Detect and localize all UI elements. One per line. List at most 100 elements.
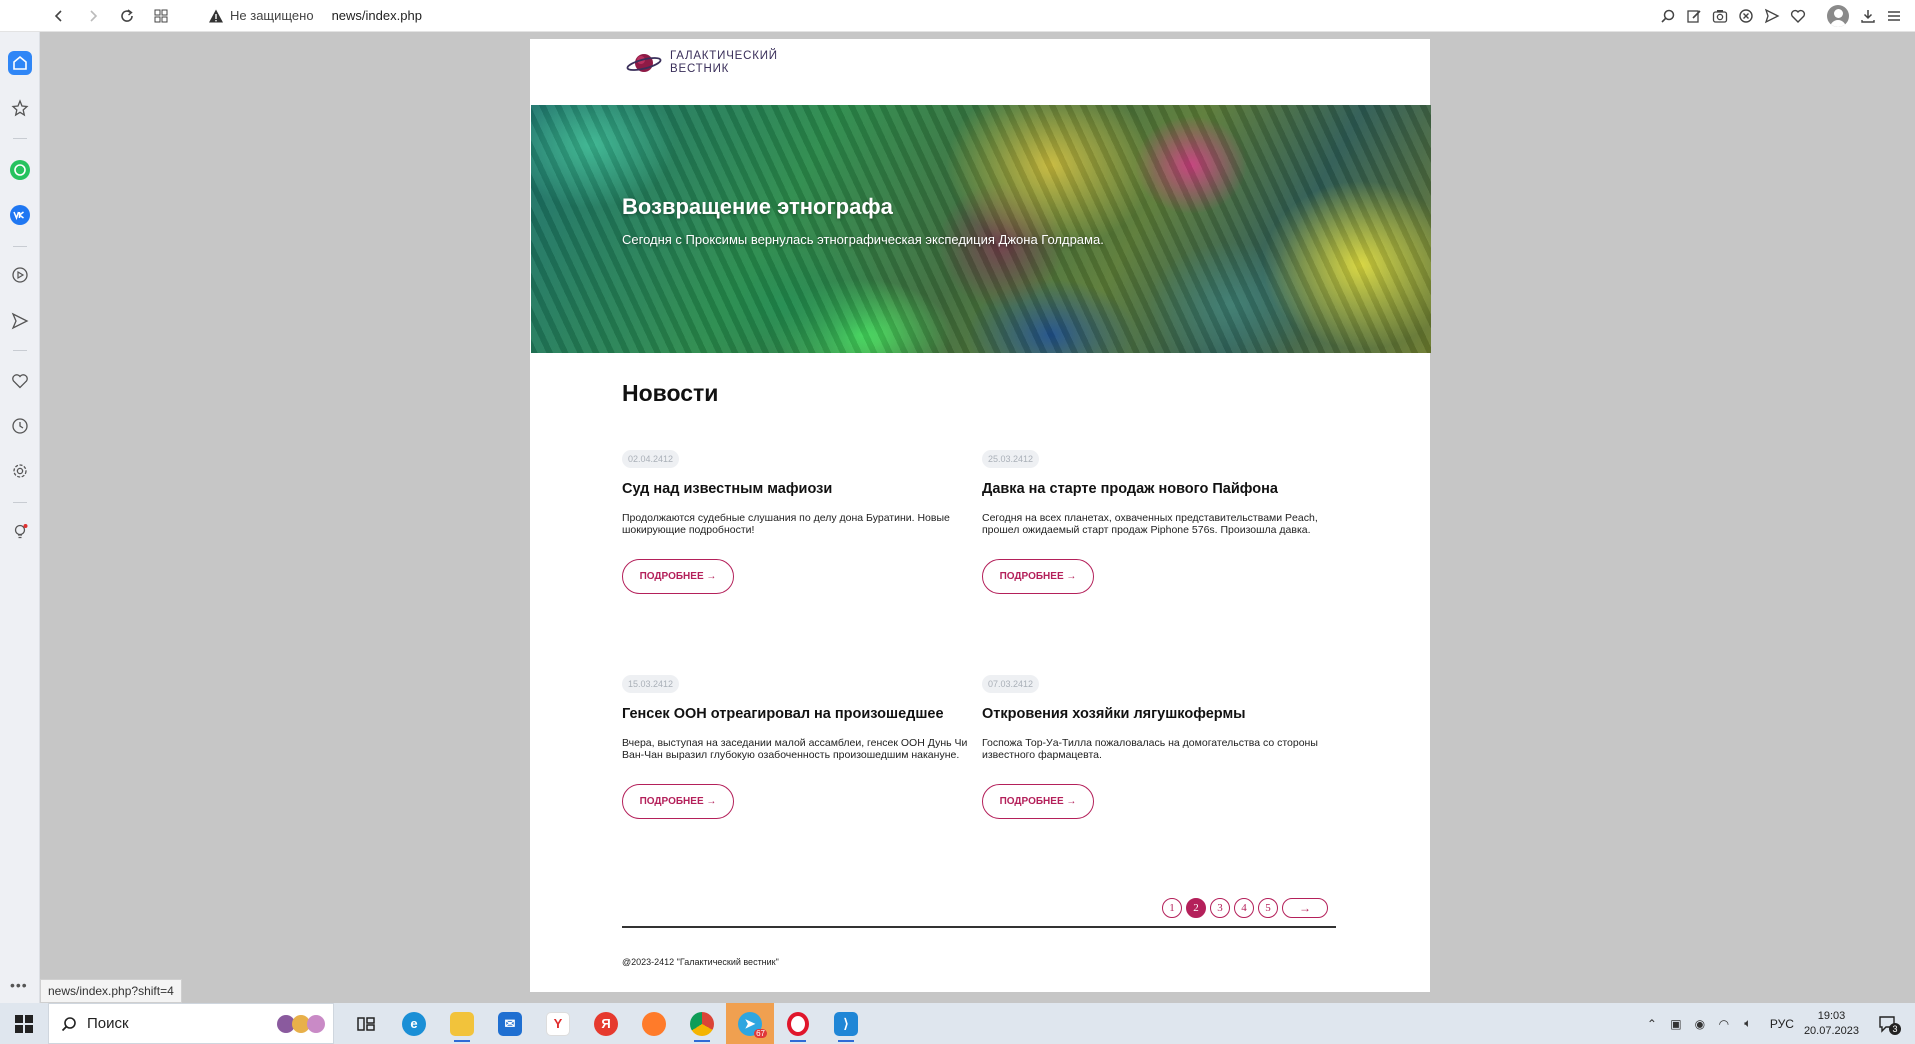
page-link-3[interactable]: 3 [1210, 898, 1230, 918]
tray-expand-icon[interactable]: ⌃ [1640, 1003, 1664, 1044]
insecure-label: Не защищено [230, 8, 314, 23]
home-icon [13, 55, 27, 70]
favorite-button[interactable] [1785, 2, 1811, 30]
address-bar[interactable]: Не защищено news/index.php [208, 2, 422, 30]
news-excerpt: Госпожа Тор-Уа-Тилла пожаловалась на дом… [982, 737, 1318, 761]
back-button[interactable] [42, 2, 76, 30]
search-highlight-image [277, 1014, 325, 1033]
toolbar-right [1655, 0, 1907, 32]
news-date: 25.03.2412 [982, 450, 1040, 468]
sidebar-history[interactable] [8, 414, 32, 438]
news-card: 07.03.2412 Откровения хозяйки лягушкофер… [982, 674, 1330, 819]
read-more-button[interactable]: ПОДРОБНЕЕ → [622, 784, 734, 819]
firefox-app[interactable] [630, 1003, 678, 1044]
news-title[interactable]: Давка на старте продаж нового Пайфона [982, 481, 1278, 497]
explorer-app[interactable] [438, 1003, 486, 1044]
menu-button[interactable] [1881, 2, 1907, 30]
tabs-grid-button[interactable] [144, 2, 178, 30]
footer-divider [622, 926, 1336, 928]
news-title[interactable]: Генсек ООН отреагировал на произошедшее [622, 706, 944, 722]
tray-meet-icon[interactable]: ▣ [1664, 1003, 1688, 1044]
windows-logo-icon [15, 1014, 33, 1033]
edge-app[interactable]: e [390, 1003, 438, 1044]
windows-taskbar: Поиск e ✉ Y Я ➤ 67 ⟩ ⌃ ▣ ◉ ◠ 🔈︎ РУС 19:0… [0, 1003, 1915, 1044]
sidebar-player[interactable] [8, 263, 32, 287]
tray-camera-icon[interactable]: ◉ [1688, 1003, 1712, 1044]
sidebar-favorites[interactable] [8, 369, 32, 393]
forward-button[interactable] [76, 2, 110, 30]
screenshot-button[interactable] [1707, 2, 1733, 30]
telegram-app[interactable]: ➤ 67 [726, 1003, 774, 1044]
taskbar-search[interactable]: Поиск [48, 1003, 334, 1044]
sidebar-whatsapp[interactable] [10, 160, 30, 180]
footer-copyright: @2023-2412 "Галактический вестник" [622, 957, 779, 967]
news-card: 25.03.2412 Давка на старте продаж нового… [982, 449, 1330, 594]
news-date: 07.03.2412 [982, 675, 1040, 693]
notifications-button[interactable]: 3 [1871, 1003, 1915, 1044]
news-page: Галактический вестник Возвращение этногр… [530, 39, 1431, 992]
vk-icon [13, 211, 24, 221]
news-excerpt: Сегодня на всех планетах, охваченных пре… [982, 512, 1318, 536]
yandex-browser-app[interactable]: Я [582, 1003, 630, 1044]
sidebar-settings[interactable] [8, 459, 32, 483]
news-excerpt: Продолжаются судебные слушания по делу д… [622, 512, 950, 536]
opera-icon [787, 1011, 809, 1036]
page-link-1[interactable]: 1 [1162, 898, 1182, 918]
sidebar-bookmarks[interactable] [8, 96, 32, 120]
lightbulb-icon [14, 524, 28, 539]
start-button[interactable] [0, 1003, 48, 1044]
wifi-icon[interactable]: ◠ [1712, 1003, 1736, 1044]
yandex-app[interactable]: Y [534, 1003, 582, 1044]
warning-icon [209, 9, 223, 22]
page-link-4[interactable]: 4 [1234, 898, 1254, 918]
chrome-app[interactable] [678, 1003, 726, 1044]
planet-logo-icon [626, 54, 662, 72]
downloads-button[interactable] [1855, 2, 1881, 30]
whatsapp-icon [14, 164, 26, 176]
edge-icon: e [402, 1011, 426, 1036]
vscode-app[interactable]: ⟩ [822, 1003, 870, 1044]
clock-icon [12, 418, 28, 434]
mail-icon: ✉ [498, 1011, 522, 1036]
read-more-button[interactable]: ПОДРОБНЕЕ → [982, 559, 1094, 594]
site-logo[interactable]: Галактический вестник [626, 49, 778, 77]
volume-icon[interactable]: 🔈︎ [1736, 1003, 1760, 1044]
reload-button[interactable] [110, 2, 144, 30]
notification-count: 3 [1889, 1022, 1901, 1035]
news-title[interactable]: Суд над известным мафиози [622, 481, 832, 497]
search-page-button[interactable] [1655, 2, 1681, 30]
gear-icon [13, 464, 27, 478]
url-text[interactable]: news/index.php [332, 8, 422, 23]
hero-banner[interactable]: Возвращение этнографа Сегодня с Проксимы… [531, 105, 1431, 353]
logo-line-1: Галактический [670, 50, 778, 62]
news-excerpt: Вчера, выступая на заседании малой ассам… [622, 737, 968, 761]
send-button[interactable] [1759, 2, 1785, 30]
sidebar-tips[interactable] [8, 520, 32, 544]
read-more-button[interactable]: ПОДРОБНЕЕ → [982, 784, 1094, 819]
read-more-button[interactable]: ПОДРОБНЕЕ → [622, 559, 734, 594]
task-view-button[interactable] [342, 1003, 390, 1044]
page-link-2[interactable]: 2 [1186, 898, 1206, 918]
edit-button[interactable] [1681, 2, 1707, 30]
taskbar-apps: e ✉ Y Я ➤ 67 ⟩ [342, 1003, 870, 1044]
system-tray: ⌃ ▣ ◉ ◠ 🔈︎ РУС 19:03 20.07.2023 3 [1640, 1003, 1915, 1044]
sidebar-home[interactable] [8, 51, 32, 75]
mail-app[interactable]: ✉ [486, 1003, 534, 1044]
profile-avatar[interactable] [1827, 5, 1849, 27]
opera-app[interactable] [774, 1003, 822, 1044]
hamburger-icon [1888, 11, 1900, 21]
browser-sidebar: ••• [0, 32, 40, 1003]
sidebar-send[interactable] [8, 309, 32, 333]
chrome-icon [690, 1011, 714, 1036]
language-indicator[interactable]: РУС [1770, 1017, 1794, 1031]
next-page-button[interactable]: → [1282, 898, 1328, 918]
hero-title: Возвращение этнографа [622, 194, 893, 219]
taskbar-clock[interactable]: 19:03 20.07.2023 [1804, 1009, 1859, 1039]
sidebar-vk[interactable] [10, 205, 30, 225]
page-link-5[interactable]: 5 [1258, 898, 1278, 918]
news-title[interactable]: Откровения хозяйки лягушкофермы [982, 706, 1246, 722]
block-button[interactable] [1733, 2, 1759, 30]
sidebar-more-icon[interactable]: ••• [10, 977, 28, 993]
news-card: 15.03.2412 Генсек ООН отреагировал на пр… [622, 674, 970, 819]
back-arrow-icon [54, 9, 62, 22]
